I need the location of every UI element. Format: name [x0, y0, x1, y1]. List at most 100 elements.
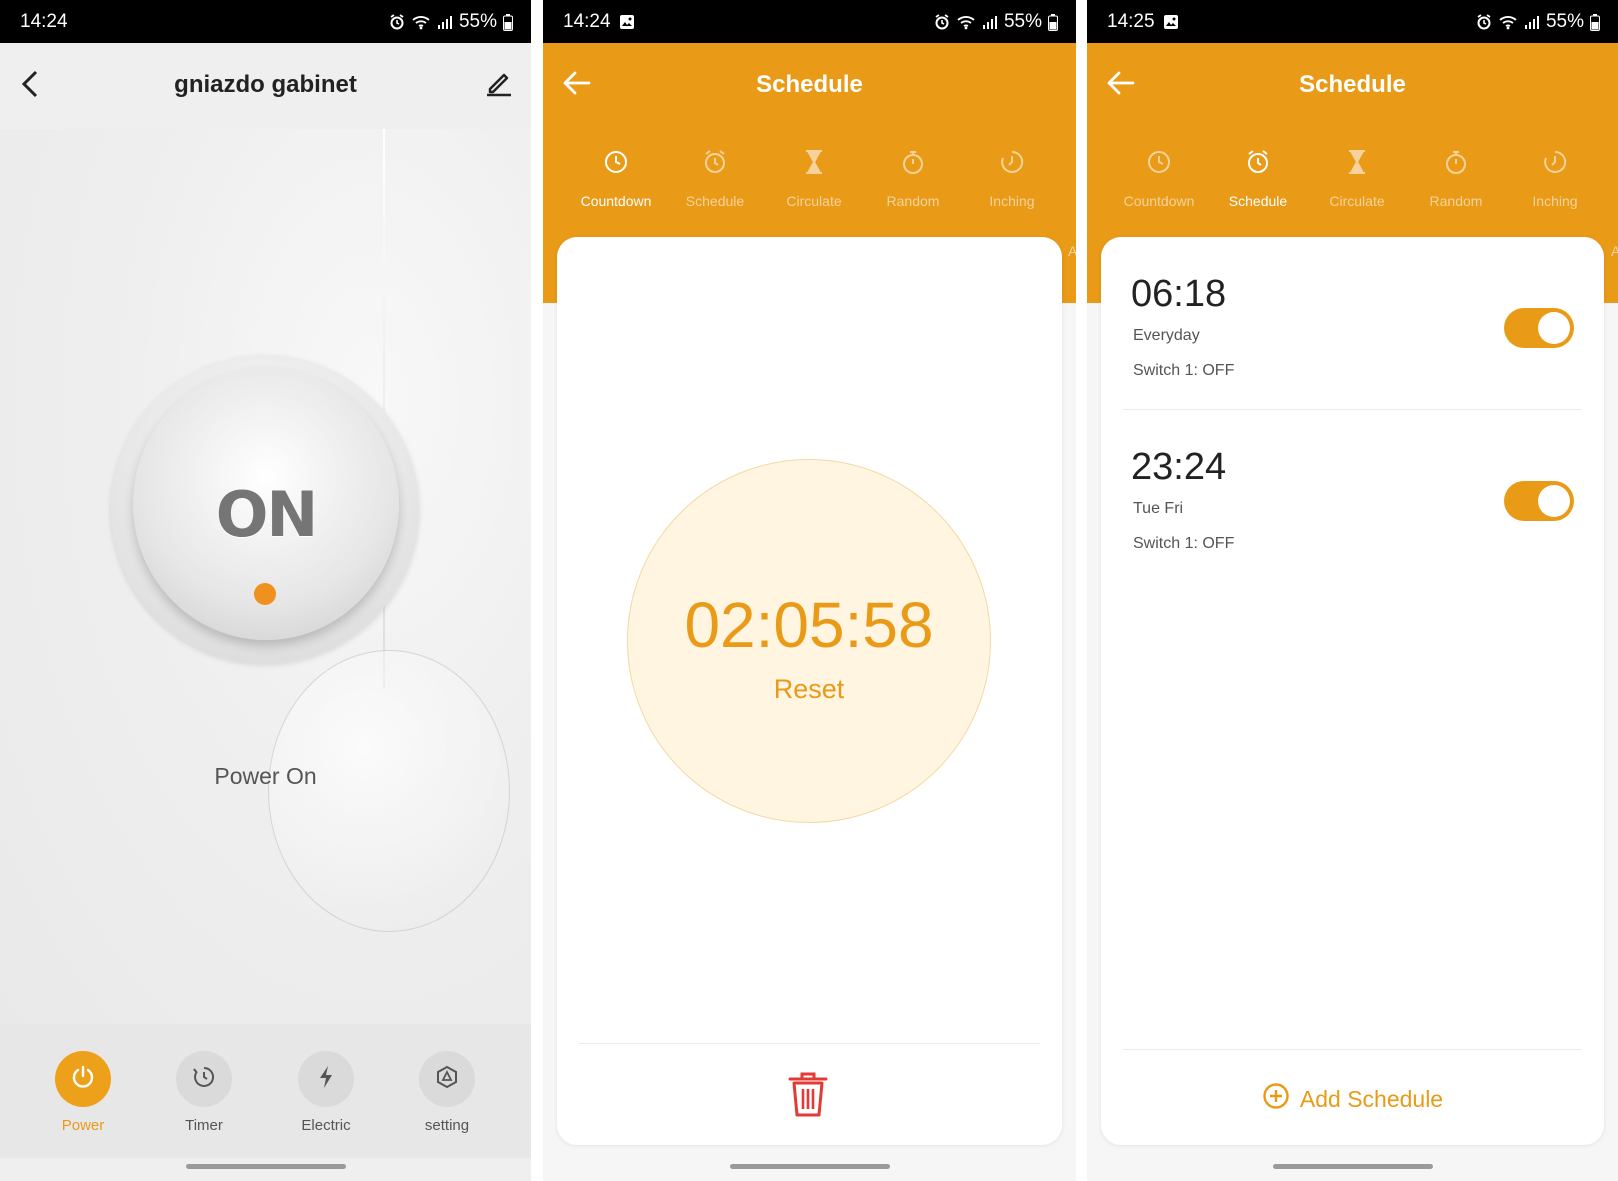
schedule-time: 23:24 — [1131, 446, 1227, 488]
wifi-icon — [411, 14, 431, 30]
tab-schedule[interactable]: Schedule — [665, 147, 765, 209]
decor-bulb — [268, 650, 510, 932]
battery-icon — [503, 13, 513, 31]
signal-icon — [437, 14, 453, 30]
power-indicator-dot — [254, 583, 276, 605]
status-time: 14:24 — [20, 11, 68, 32]
tab-label: Countdown — [580, 193, 652, 209]
toggle-knob — [1538, 312, 1570, 344]
alarm-clock-icon — [1245, 149, 1271, 180]
tab-power[interactable]: Power — [33, 1051, 133, 1134]
wifi-icon — [956, 14, 976, 30]
countdown-screen: 14:24 55% Schedule Countdown Schedule Ci… — [543, 0, 1076, 1181]
status-time: 14:24 — [563, 11, 611, 32]
stopwatch-icon — [900, 149, 926, 180]
schedule-repeat: Everyday — [1133, 327, 1200, 344]
tab-overflow-label[interactable]: A — [1068, 243, 1076, 259]
schedule-item[interactable]: 06:18 Everyday Switch 1: OFF — [1101, 237, 1604, 407]
tab-circulate[interactable]: Circulate — [764, 147, 864, 209]
alarm-clock-icon — [702, 149, 728, 180]
status-bar: 14:24 55% — [0, 0, 531, 43]
tab-label: Electric — [301, 1117, 351, 1134]
tab-overflow-label[interactable]: A — [1611, 243, 1618, 259]
tab-label: Inching — [1532, 193, 1578, 209]
device-title: gniazdo gabinet — [174, 71, 357, 98]
device-screen: 14:24 55% gniazdo gabinet ON Power On Po… — [0, 0, 531, 1181]
tab-countdown[interactable]: Countdown — [1109, 147, 1209, 209]
battery-percent: 55% — [1545, 11, 1584, 32]
tab-label: Countdown — [1123, 193, 1195, 209]
schedule-item[interactable]: 23:24 Tue Fri Switch 1: OFF — [1101, 410, 1604, 580]
schedule-list-card: 06:18 Everyday Switch 1: OFF 23:24 Tue F… — [1101, 237, 1604, 1145]
tab-label: Inching — [989, 193, 1035, 209]
gear-icon — [434, 1064, 460, 1095]
tab-countdown[interactable]: Countdown — [566, 147, 666, 209]
signal-icon — [1524, 14, 1540, 30]
timer-mode-tabs: Countdown Schedule Circulate Random Inch… — [1087, 147, 1618, 227]
home-indicator[interactable] — [1272, 1164, 1433, 1169]
battery-percent: 55% — [458, 11, 497, 32]
tab-circulate[interactable]: Circulate — [1307, 147, 1407, 209]
alarm-icon — [1476, 14, 1492, 30]
trash-icon[interactable] — [783, 1069, 833, 1124]
reset-button[interactable]: Reset — [628, 674, 990, 705]
lightning-icon — [315, 1064, 337, 1095]
timer-mode-tabs: Countdown Schedule Circulate Random Inch… — [543, 147, 1076, 227]
tab-inching[interactable]: Inching — [1505, 147, 1605, 209]
schedule-toggle[interactable] — [1504, 481, 1574, 521]
tab-label: Schedule — [685, 193, 745, 209]
schedule-action: Switch 1: OFF — [1133, 362, 1235, 379]
power-icon — [70, 1064, 96, 1095]
wifi-icon — [1498, 14, 1518, 30]
inching-clock-icon — [1542, 149, 1568, 180]
home-indicator[interactable] — [729, 1164, 890, 1169]
timer-icon — [191, 1064, 217, 1095]
inching-clock-icon — [999, 149, 1025, 180]
add-schedule-label: Add Schedule — [1299, 1085, 1444, 1112]
tab-label: Random — [886, 193, 940, 209]
schedule-action: Switch 1: OFF — [1133, 535, 1235, 552]
schedule-repeat: Tue Fri — [1133, 500, 1184, 517]
battery-icon — [1590, 13, 1600, 31]
schedule-time: 06:18 — [1131, 273, 1227, 315]
power-state-text: Power On — [214, 763, 317, 789]
hourglass-icon — [1346, 149, 1368, 180]
tab-label: Circulate — [1329, 193, 1385, 209]
power-switch-label: ON — [215, 478, 319, 551]
edit-pencil-icon[interactable] — [485, 69, 513, 102]
tab-label: Random — [1429, 193, 1483, 209]
signal-icon — [982, 14, 998, 30]
schedule-screen: 14:25 55% Schedule Countdown Schedule Ci… — [1087, 0, 1618, 1181]
alarm-icon — [389, 14, 405, 30]
countdown-card: 02:05:58 Reset — [557, 237, 1062, 1145]
gallery-icon — [619, 14, 635, 30]
add-schedule-button[interactable]: Add Schedule — [1101, 1082, 1604, 1116]
status-bar: 14:24 55% — [543, 0, 1076, 43]
tab-random[interactable]: Random — [863, 147, 963, 209]
tab-inching[interactable]: Inching — [962, 147, 1062, 209]
tab-setting[interactable]: setting — [397, 1051, 497, 1134]
alarm-icon — [934, 14, 950, 30]
tab-electric[interactable]: Electric — [276, 1051, 376, 1134]
tab-label: Schedule — [1228, 193, 1288, 209]
home-indicator[interactable] — [185, 1164, 346, 1169]
page-title: Schedule — [756, 71, 863, 98]
clock-icon — [603, 149, 629, 180]
status-time: 14:25 — [1107, 11, 1155, 32]
hourglass-icon — [803, 149, 825, 180]
clock-icon — [1146, 149, 1172, 180]
bottom-tab-bar: Power Timer Electric setting — [0, 1024, 531, 1158]
tab-label: Circulate — [786, 193, 842, 209]
toggle-knob — [1538, 485, 1570, 517]
schedule-toggle[interactable] — [1504, 308, 1574, 348]
divider — [579, 1043, 1040, 1044]
tab-random[interactable]: Random — [1406, 147, 1506, 209]
app-header: gniazdo gabinet — [0, 43, 531, 129]
gallery-icon — [1163, 14, 1179, 30]
tab-label: Timer — [185, 1117, 223, 1134]
divider — [1123, 1049, 1582, 1050]
tab-schedule[interactable]: Schedule — [1208, 147, 1308, 209]
battery-percent: 55% — [1003, 11, 1042, 32]
page-title: Schedule — [1299, 71, 1406, 98]
tab-timer[interactable]: Timer — [154, 1051, 254, 1134]
